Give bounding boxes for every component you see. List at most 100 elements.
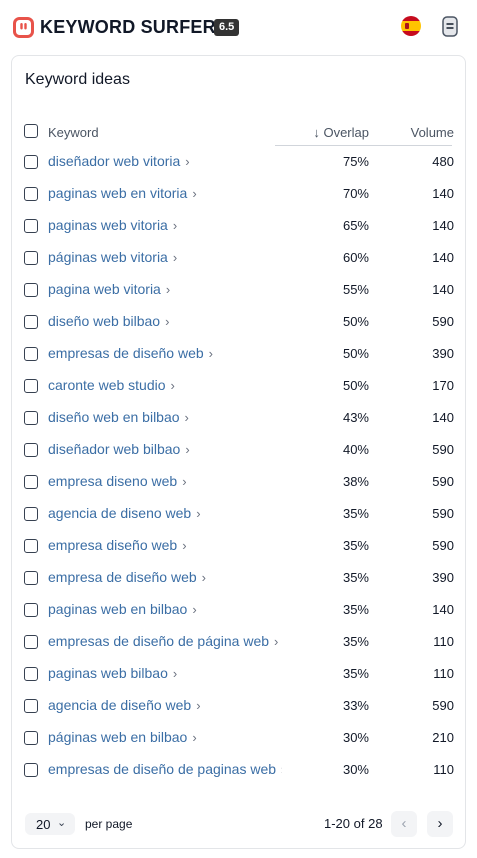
table-header: Keyword ↓ Overlap Volume [12,117,467,147]
row-checkbox[interactable] [24,603,38,617]
volume-value: 140 [432,282,454,297]
keyword-text: diseñador web bilbao [48,441,181,457]
keyword-link[interactable]: empresas de diseño de página web › [48,633,278,649]
row-checkbox[interactable] [24,155,38,169]
chevron-right-icon: › [192,186,197,201]
row-checkbox[interactable] [24,667,38,681]
volume-value: 110 [433,762,454,777]
volume-value: 170 [432,378,454,393]
keyword-link[interactable]: páginas web en bilbao › [48,729,197,745]
select-all-checkbox[interactable] [24,124,38,138]
chevron-right-icon: › [182,474,187,489]
row-checkbox[interactable] [24,187,38,201]
keyword-rows: diseñador web vitoria › 75% 480 paginas web … [12,146,467,786]
row-checkbox[interactable] [24,507,38,521]
row-checkbox[interactable] [24,411,38,425]
row-checkbox[interactable] [24,763,38,777]
per-page-value: 20 [36,817,51,832]
table-row: empresas de diseño web › 50% 390 [12,338,467,370]
row-checkbox[interactable] [24,699,38,713]
keyword-link[interactable]: pagina web vitoria › [48,281,170,297]
keyword-text: empresa diseno web [48,473,178,489]
table-row: diseño web en bilbao › 43% 140 [12,402,467,434]
overlap-value: 40% [342,442,369,457]
brand-name: KEYWORD SURFER [40,17,216,37]
panel-menu-icon[interactable] [442,16,458,37]
overlap-value: 55% [342,282,369,297]
row-checkbox[interactable] [24,251,38,265]
row-checkbox[interactable] [24,219,38,233]
chevron-right-icon: › [196,506,201,521]
spain-flag-icon[interactable] [401,16,421,36]
volume-column-header[interactable]: Volume [411,125,454,140]
keyword-text: empresas de diseño web [48,345,204,361]
overlap-header-label: Overlap [323,125,369,140]
keyword-link[interactable]: diseño web bilbao › [48,313,169,329]
overlap-value: 30% [342,730,369,745]
row-checkbox[interactable] [24,475,38,489]
keyword-text: páginas web vitoria [48,249,168,265]
row-checkbox[interactable] [24,379,38,393]
chevron-right-icon: › [184,410,189,425]
keyword-link[interactable]: caronte web studio › [48,377,175,393]
overlap-value: 35% [342,602,369,617]
chevron-right-icon: › [165,314,170,329]
table-row: paginas web bilbao › 35% 110 [12,658,467,690]
chevron-right-icon: › [192,730,197,745]
volume-value: 590 [432,442,454,457]
keyword-link[interactable]: empresa de diseño web › [48,569,206,585]
page-range: 1-20 of 28 [324,816,383,831]
volume-value: 140 [432,602,454,617]
chevron-right-icon: › [170,378,175,393]
keyword-text: empresa de diseño web [48,569,197,585]
row-checkbox[interactable] [24,347,38,361]
chevron-right-icon: › [172,250,178,265]
volume-value: 590 [432,314,454,329]
keyword-link[interactable]: empresas de diseño web › [48,345,213,361]
row-checkbox[interactable] [24,443,38,457]
table-row: diseñador web vitoria › 75% 480 [12,146,467,178]
keyword-link[interactable]: paginas web bilbao › [48,665,177,681]
keyword-link[interactable]: paginas web en bilbao › [48,601,197,617]
keyword-link[interactable]: diseñador web vitoria › [48,153,190,169]
keyword-link[interactable]: paginas web en vitoria › [48,185,197,201]
overlap-value: 35% [342,506,369,521]
keyword-link[interactable]: diseñador web bilbao › [48,441,190,457]
overlap-value: 35% [342,570,369,585]
row-checkbox[interactable] [24,635,38,649]
row-checkbox[interactable] [24,731,38,745]
overlap-value: 33% [342,698,369,713]
keyword-column-header[interactable]: Keyword [48,125,99,140]
volume-value: 390 [432,570,454,585]
keyword-link[interactable]: agencia de diseno web › [48,505,201,521]
keyword-link[interactable]: páginas web vitoria › [48,249,177,265]
chevron-right-icon: › [196,698,201,713]
overlap-column-header[interactable]: ↓ Overlap [313,125,369,140]
row-checkbox[interactable] [24,539,38,553]
keyword-link[interactable]: empresa diseño web › [48,537,187,553]
overlap-value: 75% [342,154,369,169]
overlap-value: 50% [342,314,369,329]
chevron-right-icon: › [185,442,190,457]
chevron-right-icon: › [172,218,178,233]
row-checkbox[interactable] [24,571,38,585]
table-row: empresa diseño web › 35% 590 [12,530,467,562]
keyword-link[interactable]: paginas web vitoria › [48,217,177,233]
next-page-button[interactable]: › [427,811,453,837]
table-row: paginas web en vitoria › 70% 140 [12,178,467,210]
keyword-link[interactable]: empresas de diseño de paginas web › [48,761,282,777]
volume-value: 140 [432,250,454,265]
overlap-value: 65% [342,218,369,233]
row-checkbox[interactable] [24,283,38,297]
keyword-link[interactable]: agencia de diseño web › [48,697,201,713]
keyword-link[interactable]: diseño web en bilbao › [48,409,189,425]
chevron-right-icon: › [182,538,187,553]
chevron-right-icon: › [274,634,279,649]
overlap-value: 38% [342,474,369,489]
keyword-text: pagina web vitoria [48,281,161,297]
per-page-select[interactable]: 20 ⌄ [25,813,75,835]
overlap-value: 50% [342,346,369,361]
previous-page-button[interactable]: ‹ [391,811,417,837]
row-checkbox[interactable] [24,315,38,329]
keyword-link[interactable]: empresa diseno web › [48,473,187,489]
